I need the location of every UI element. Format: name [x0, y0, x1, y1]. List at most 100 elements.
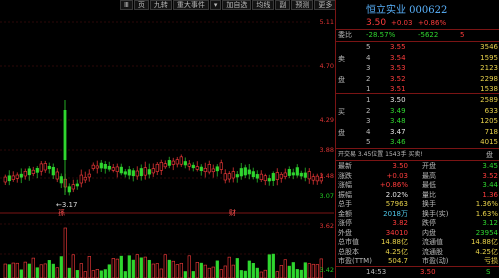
info-right: 盘: [486, 151, 493, 159]
stat-value: 1.63%: [475, 209, 498, 218]
price-tick-1: 5.11: [319, 18, 334, 26]
candle-body: [35, 167, 39, 173]
candle-body: [167, 160, 171, 166]
volume-bar: [223, 265, 227, 278]
toolbar-button-4[interactable]: 重大事件: [172, 0, 209, 10]
candle-body: [43, 163, 47, 171]
sell-row[interactable]: 2 3.52 2298: [336, 74, 499, 84]
stat-label: 换手: [422, 200, 436, 208]
candlestick-chart[interactable]: [0, 10, 334, 278]
candle-body: [239, 168, 243, 177]
sell-level: 5: [366, 43, 371, 51]
buy-label: 买: [338, 108, 345, 116]
price-change-pct: +0.86%: [418, 19, 447, 27]
candle-body: [79, 174, 83, 184]
volume-bar: [287, 265, 291, 278]
sell-row[interactable]: 4 3.54 1595: [336, 53, 499, 63]
stat-value: 3.82: [392, 219, 408, 227]
volume-bar: [239, 270, 243, 278]
buy-row[interactable]: 5 3.46 4015: [336, 137, 499, 147]
price-tick-5: 3.48: [319, 172, 334, 180]
volume-bar: [295, 269, 299, 278]
candle-body: [235, 174, 239, 178]
volume-bar: [103, 269, 107, 278]
stat-value: +0.03: [386, 171, 408, 180]
buy-row[interactable]: 4 3.47 718: [336, 127, 499, 137]
sell-row[interactable]: 5 3.55 3546: [336, 42, 499, 52]
candle-body: [307, 171, 311, 180]
volume-bar: [303, 262, 307, 278]
volume-bar: [11, 262, 15, 278]
candle-body: [291, 172, 295, 176]
buy-row[interactable]: 3 3.48 1205: [336, 116, 499, 126]
volume-bar: [75, 270, 79, 278]
volume-bar: [155, 263, 159, 278]
price-tick-3: 4.29: [319, 116, 334, 124]
stat-label: 外盘: [338, 228, 352, 237]
stat-row: 涨停 3.82 跌停 3.12: [336, 218, 499, 228]
price-tick-4: 3.88: [319, 146, 334, 154]
sell-row[interactable]: 3 3.53 2123: [336, 63, 499, 73]
candle-body: [87, 173, 91, 178]
tick-price: 3.50: [420, 268, 436, 276]
candle-body: [159, 162, 163, 171]
toolbar-button-sub[interactable]: 副: [275, 0, 291, 10]
tick-direction: S: [486, 268, 491, 276]
sell-level: 4: [366, 53, 371, 62]
toolbar-button-add-watchlist[interactable]: 加自选: [222, 0, 252, 10]
stat-row: 振幅 2.02% 量比 1.36: [336, 190, 499, 200]
candle-body: [255, 174, 259, 179]
buy-level: 5: [366, 138, 371, 146]
stat-value: 34010: [385, 228, 408, 237]
volume-bar: [79, 263, 83, 278]
stat-label: 市盈(TTM): [338, 257, 372, 265]
stat-row: 涨幅 +0.86% 最低 3.44: [336, 180, 499, 190]
volume-bar: [187, 255, 191, 278]
volume-bar: [211, 266, 215, 278]
candle-body: [135, 170, 139, 177]
sell-price: 3.52: [390, 74, 406, 83]
candle-body: [199, 166, 203, 172]
volume-bar: [191, 271, 195, 278]
weicha-right: 5: [460, 31, 465, 39]
candle-body: [223, 173, 227, 181]
buy-volume: 1205: [480, 117, 498, 125]
candle-body: [183, 161, 187, 166]
candle-body: [279, 174, 283, 179]
volume-bar: [119, 255, 123, 278]
stat-label: 市盈(动): [422, 257, 449, 265]
toolbar-button-2[interactable]: 页: [133, 0, 149, 10]
stat-row: 最新 3.50 开盘 3.45: [336, 161, 499, 171]
toolbar-button-forecast[interactable]: 预测: [291, 0, 314, 10]
volume-bar: [55, 267, 59, 278]
stat-label: 量比: [422, 190, 436, 199]
volume-bar: [63, 227, 67, 278]
stat-label: 流通值: [422, 238, 443, 246]
stat-row: 外盘 34010 内盘 23954: [336, 228, 499, 238]
candle-body: [71, 184, 75, 190]
volume-bar: [27, 263, 31, 278]
event-marker-finance[interactable]: 财: [229, 208, 236, 218]
weicha-value: -5622: [418, 31, 439, 39]
chart-toolbar: Ⅲ 页 九转 重大事件 ▾ 加自选 均线 副 预测 更多: [120, 0, 337, 10]
volume-bar: [31, 257, 35, 278]
stat-label: 流通股: [422, 247, 443, 256]
stat-label: 涨停: [338, 219, 352, 227]
buy-row[interactable]: 2 3.49 633: [336, 106, 499, 116]
volume-bar: [51, 263, 55, 278]
volume-bar: [299, 269, 303, 278]
toolbar-dropdown-icon[interactable]: ▾: [209, 0, 222, 10]
candle-body: [303, 172, 307, 178]
toolbar-button-1[interactable]: Ⅲ: [120, 0, 133, 10]
candle-body: [295, 167, 299, 176]
toolbar-button-more[interactable]: 更多: [314, 0, 337, 10]
stat-label: 最低: [422, 181, 436, 189]
buy-volume: 633: [484, 106, 498, 115]
toolbar-button-3[interactable]: 九转: [149, 0, 172, 10]
volume-bar: [243, 270, 247, 278]
buy-row[interactable]: 1 3.50 2589: [336, 95, 499, 105]
toolbar-button-ma[interactable]: 均线: [252, 0, 275, 10]
event-marker-1[interactable]: 孫: [58, 208, 65, 218]
candle-body: [31, 169, 35, 174]
candle-body: [19, 173, 23, 178]
